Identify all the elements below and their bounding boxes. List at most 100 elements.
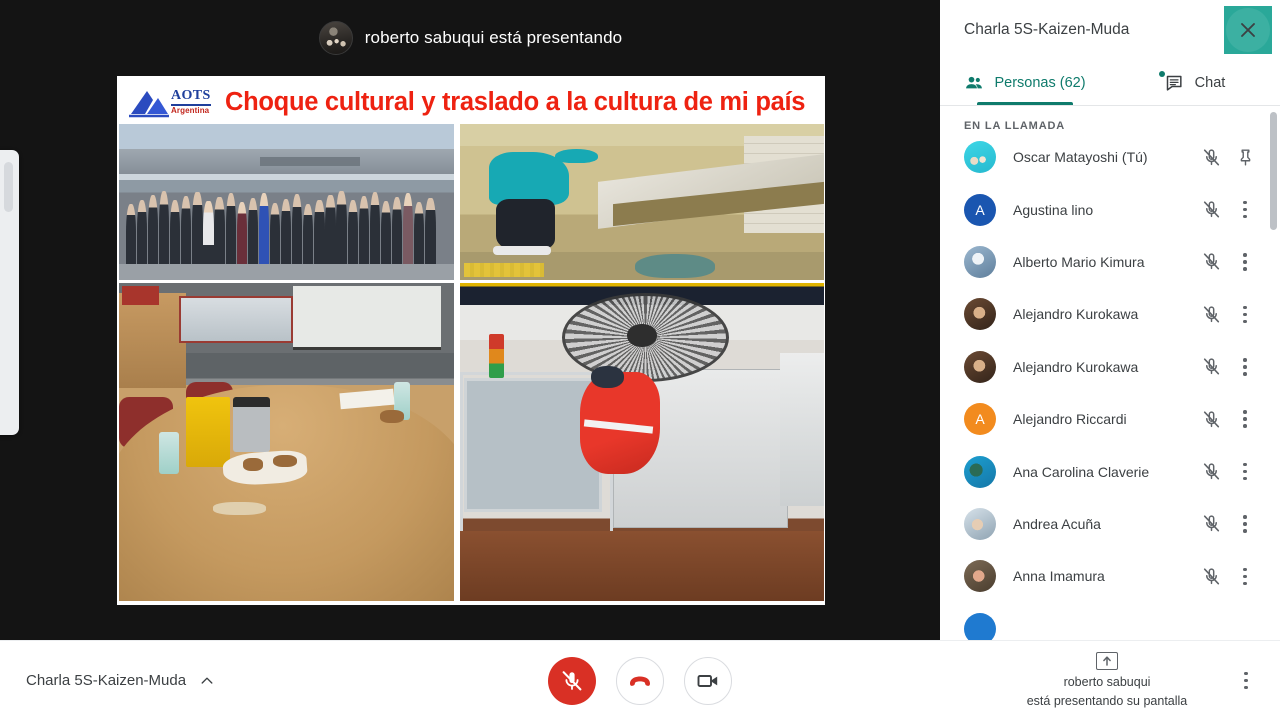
person-name: Oscar Matayoshi (Tú) — [1013, 149, 1148, 166]
person-name: Alejandro Kurokawa — [1013, 306, 1139, 323]
left-collapsed-drawer[interactable] — [0, 150, 19, 435]
more-options-button[interactable] — [1228, 559, 1262, 593]
camera-icon — [697, 674, 718, 687]
mic-off-icon — [1203, 515, 1219, 532]
person-row[interactable]: Andrea Acuña — [940, 498, 1280, 550]
camera-button[interactable] — [684, 656, 732, 705]
aots-logo-sub: Argentina — [171, 106, 210, 115]
pin-button[interactable] — [1228, 140, 1262, 174]
chevron-up-icon — [201, 677, 213, 684]
presenter-avatar — [318, 20, 353, 55]
person-row[interactable]: A Agustina lino — [940, 183, 1280, 235]
panel-tabs: Personas (62) Chat — [940, 60, 1280, 106]
more-options-button[interactable] — [1244, 641, 1248, 719]
more-options-button[interactable] — [1228, 245, 1262, 279]
person-row[interactable]: A Alejandro Riccardi — [940, 393, 1280, 445]
tab-personas[interactable]: Personas (62) — [940, 60, 1110, 105]
more-options-icon — [1243, 567, 1247, 586]
close-panel-button[interactable] — [1224, 6, 1272, 54]
mic-status-button[interactable] — [1194, 507, 1228, 541]
mic-status-button[interactable] — [1194, 350, 1228, 384]
avatar — [964, 298, 996, 331]
avatar — [964, 612, 996, 640]
person-row[interactable]: Alberto Mario Kimura — [940, 236, 1280, 288]
person-row[interactable]: Oscar Matayoshi (Tú) — [940, 131, 1280, 183]
more-options-button[interactable] — [1228, 455, 1262, 489]
mic-status-button[interactable] — [1194, 140, 1228, 174]
mic-status-button[interactable] — [1194, 193, 1228, 227]
hangup-button[interactable] — [616, 656, 664, 705]
mic-status-button[interactable] — [1194, 297, 1228, 331]
mic-off-icon — [562, 670, 582, 690]
mic-status-button[interactable] — [1194, 559, 1228, 593]
person-name: Alejandro Kurokawa — [1013, 358, 1139, 375]
pin-icon — [1240, 149, 1250, 166]
more-options-button[interactable] — [1228, 193, 1262, 227]
more-options-icon — [1243, 305, 1247, 324]
chat-icon — [1166, 75, 1182, 91]
slide-photo-grid — [117, 123, 825, 605]
aots-logo: AOTS Argentina — [125, 83, 217, 121]
tab-chat-label: Chat — [1194, 74, 1226, 91]
mic-status-button[interactable] — [1194, 245, 1228, 279]
more-options-icon — [1243, 200, 1247, 219]
avatar — [964, 350, 996, 383]
person-row[interactable]: Alejandro Kurokawa — [940, 341, 1280, 393]
mic-off-icon — [1203, 411, 1219, 428]
avatar — [964, 245, 996, 278]
mic-off-icon — [1203, 568, 1219, 585]
present-screen-icon — [1096, 652, 1118, 671]
avatar: A — [964, 193, 996, 226]
present-status: roberto sabuqui está presentando su pant… — [1012, 641, 1202, 719]
more-options-button[interactable] — [1228, 507, 1262, 541]
slide-photo-messy-table — [119, 283, 454, 601]
avatar — [964, 141, 996, 174]
person-row[interactable]: Ana Carolina Claverie — [940, 445, 1280, 497]
mic-off-icon — [1203, 358, 1219, 375]
drawer-grip[interactable] — [4, 162, 13, 212]
more-options-icon — [1243, 462, 1247, 481]
side-panel: Charla 5S-Kaizen-Muda Personas (62) Chat… — [940, 0, 1280, 640]
present-status-line1: roberto sabuqui — [1063, 675, 1151, 690]
tab-chat[interactable]: Chat — [1110, 60, 1280, 105]
more-options-button[interactable] — [1228, 297, 1262, 331]
hangup-icon — [630, 676, 650, 686]
bottom-bar: Charla 5S-Kaizen-Muda roberto sabuqui es… — [0, 640, 1280, 719]
slide-header: AOTS Argentina Choque cultural y traslad… — [117, 76, 825, 128]
more-options-icon — [1243, 357, 1247, 376]
mic-off-icon — [1203, 253, 1219, 270]
close-icon — [1241, 23, 1255, 37]
mic-status-button[interactable] — [1194, 455, 1228, 489]
more-options-icon — [1243, 515, 1247, 533]
people-icon — [966, 76, 983, 88]
mic-status-button[interactable] — [1194, 402, 1228, 436]
person-name: Agustina lino — [1013, 201, 1094, 218]
avatar — [964, 455, 996, 488]
more-options-button[interactable] — [1228, 402, 1262, 436]
person-row-partial[interactable] — [940, 603, 1280, 640]
panel-scrollbar[interactable] — [1270, 112, 1277, 230]
person-name: Anna Imamura — [1013, 568, 1105, 585]
upload-arrow-icon — [1103, 656, 1111, 666]
more-options-button[interactable] — [1228, 350, 1262, 384]
slide-photo-worker-cleaning — [460, 124, 824, 280]
avatar — [964, 560, 996, 593]
video-stage: roberto sabuqui está presentando AOTS Ar… — [0, 0, 941, 640]
person-row[interactable]: Anna Imamura — [940, 550, 1280, 602]
slide-photo-group-outside — [119, 124, 454, 280]
meeting-name-button[interactable]: Charla 5S-Kaizen-Muda — [26, 641, 215, 719]
panel-header: Charla 5S-Kaizen-Muda — [940, 0, 1280, 60]
chat-unread-dot — [1159, 71, 1165, 77]
mic-off-button[interactable] — [548, 656, 596, 705]
person-row[interactable]: Alejandro Kurokawa — [940, 288, 1280, 340]
people-list[interactable]: Oscar Matayoshi (Tú) A Agustina lino Albe… — [940, 131, 1280, 640]
mic-off-icon — [1203, 463, 1219, 480]
meeting-name-label: Charla 5S-Kaizen-Muda — [26, 672, 187, 689]
more-options-icon — [1243, 253, 1247, 271]
person-name: Alberto Mario Kimura — [1013, 253, 1145, 270]
aots-logo-mark — [129, 91, 169, 118]
avatar: A — [964, 403, 996, 436]
avatar — [964, 507, 996, 540]
mic-off-icon — [1203, 306, 1219, 323]
tab-personas-label: Personas (62) — [994, 74, 1086, 91]
